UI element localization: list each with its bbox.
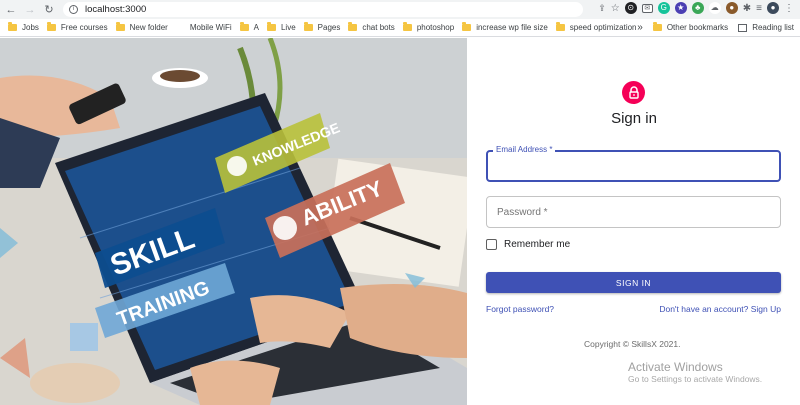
folder-icon	[303, 22, 313, 31]
folder-icon	[402, 22, 412, 31]
url-text: localhost:3000	[85, 4, 147, 15]
reading-list-icon	[738, 23, 748, 32]
profile-avatar[interactable]: ●	[767, 2, 779, 14]
bookmark-mobile-wifi[interactable]: Mobile WiFi	[190, 23, 232, 32]
signup-link[interactable]: Don't have an account? Sign Up	[659, 304, 781, 314]
bookmark-live[interactable]: Live	[266, 22, 296, 32]
folder-icon	[462, 22, 472, 31]
bookmark-a[interactable]: A	[239, 22, 259, 32]
bookmark-label: increase wp file size	[476, 23, 548, 32]
reading-list-label: Reading list	[752, 23, 794, 32]
bookmark-label: A	[253, 23, 259, 32]
bookmark-label: Mobile WiFi	[189, 23, 232, 32]
email-input[interactable]	[488, 152, 779, 180]
extension-icon-3[interactable]: ♣	[691, 2, 704, 14]
password-field[interactable]	[486, 196, 781, 228]
address-bar[interactable]: i localhost:3000	[63, 2, 583, 17]
bookmark-label: speed optimization	[569, 23, 637, 32]
folder-icon	[8, 22, 17, 31]
copyright-text: Copyright © SkillsX 2021.	[584, 339, 681, 349]
bookmarks-bar: Jobs Free courses New folder Mobile WiFi…	[0, 19, 800, 37]
share-icon[interactable]: ⇪	[598, 3, 606, 14]
back-icon[interactable]: ←	[3, 2, 19, 18]
bookmark-label: chat bots	[362, 23, 395, 32]
remember-me[interactable]: Remember me	[486, 239, 570, 250]
puzzle-icon[interactable]: ✱	[743, 3, 751, 14]
extension-icon-4[interactable]: ☁	[708, 2, 721, 14]
password-input[interactable]	[487, 197, 780, 227]
lock-avatar	[622, 81, 645, 104]
remember-checkbox[interactable]	[486, 239, 497, 250]
folder-icon	[652, 22, 662, 31]
email-label: Email Address *	[493, 145, 556, 154]
bookmark-label: photoshop	[416, 23, 455, 32]
folder-icon	[46, 22, 56, 31]
folder-icon	[348, 22, 358, 31]
extension-icon-1[interactable]: ⊙	[624, 2, 637, 14]
bookmark-photoshop[interactable]: photoshop	[402, 22, 455, 32]
info-icon[interactable]: i	[69, 5, 78, 14]
hero-image: SKILL TRAINING KNOWLEDGE ABILITY	[0, 38, 467, 405]
signin-title: Sign in	[611, 110, 657, 127]
signin-button[interactable]: SIGN IN	[486, 272, 781, 293]
cookie-icon[interactable]: ●	[725, 2, 738, 14]
bookmark-label: Live	[280, 23, 296, 32]
folder-icon	[239, 22, 249, 31]
folder-icon	[266, 22, 276, 31]
folder-icon	[555, 22, 565, 31]
bookmark-wp-file-size[interactable]: increase wp file size	[462, 22, 548, 32]
grammarly-icon[interactable]: G	[657, 2, 670, 14]
activate-windows-title: Activate Windows	[628, 360, 723, 374]
bookmark-pages[interactable]: Pages	[303, 22, 341, 32]
menu-icon[interactable]: ⋮	[784, 3, 794, 14]
bookmark-free-courses[interactable]: Free courses	[46, 22, 108, 32]
bookmark-other[interactable]: Other bookmarks	[652, 22, 729, 32]
activate-windows-subtitle: Go to Settings to activate Windows.	[628, 374, 763, 384]
extensions-area: ⇪ ☆ ⊙ ✉ G ★ ♣ ☁ ● ✱ ≡ ● ⋮	[598, 2, 794, 14]
bookmark-speed-optimization[interactable]: speed optimization	[555, 22, 637, 32]
forgot-password-link[interactable]: Forgot password?	[486, 304, 554, 314]
bookmarks-overflow[interactable]: »	[637, 22, 643, 33]
reload-icon[interactable]: ↻	[41, 2, 57, 18]
bookmark-label: Other bookmarks	[666, 23, 729, 32]
remember-label: Remember me	[504, 239, 571, 250]
folder-icon	[115, 22, 125, 31]
lock-icon	[628, 86, 639, 99]
mail-icon[interactable]: ✉	[641, 3, 653, 13]
bookmark-label: Jobs	[22, 23, 39, 32]
queue-icon[interactable]: ≡	[756, 3, 762, 14]
bookmark-label: Pages	[317, 23, 341, 32]
star-icon[interactable]: ☆	[611, 3, 620, 14]
bookmark-new-folder[interactable]: New folder	[115, 22, 168, 32]
bookmark-label: Free courses	[60, 23, 108, 32]
bookmark-chat-bots[interactable]: chat bots	[348, 22, 395, 32]
bookmark-jobs[interactable]: Jobs	[8, 22, 39, 32]
bookmark-label: New folder	[129, 23, 168, 32]
reading-list[interactable]: Reading list	[738, 23, 794, 32]
browser-toolbar: ← → ↻ i localhost:3000 ⇪ ☆ ⊙ ✉ G ★ ♣ ☁ ●…	[0, 0, 800, 19]
bookmarks-right: » Other bookmarks Reading list	[637, 22, 794, 33]
email-field[interactable]: Email Address *	[486, 145, 781, 182]
extension-icon-2[interactable]: ★	[674, 2, 687, 14]
forward-icon[interactable]: →	[22, 2, 38, 18]
